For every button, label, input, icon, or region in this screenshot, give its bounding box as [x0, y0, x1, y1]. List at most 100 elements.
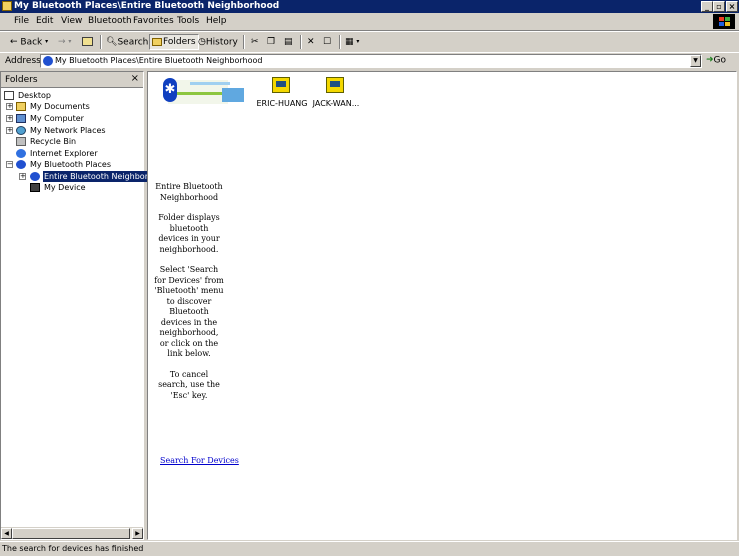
minimize-button[interactable]: _ [701, 1, 713, 12]
tree-item-label: My Bluetooth Places [30, 160, 111, 169]
toolbar-separator [243, 35, 245, 49]
bluetooth-icon [43, 56, 53, 66]
menu-file[interactable]: File [14, 16, 29, 26]
scroll-left-button[interactable]: ◀ [1, 528, 12, 539]
folders-title: Folders [5, 75, 38, 85]
tree-item-recycle-bin[interactable]: Recycle Bin [16, 136, 77, 147]
menu-view[interactable]: View [61, 16, 82, 26]
address-label: Address [5, 56, 41, 66]
tree-item-my-device[interactable]: My Device [30, 182, 87, 193]
back-button[interactable]: ← Back ▾ [10, 34, 48, 50]
tree-item-internet-explorer[interactable]: Internet Explorer [16, 148, 99, 159]
tree-item-my-bluetooth-places[interactable]: My Bluetooth Places [16, 159, 112, 170]
bluetooth-banner-graphic: ✱ [150, 74, 244, 106]
chevron-down-icon: ▾ [45, 38, 49, 45]
cut-button[interactable]: ✂︎ [251, 34, 259, 50]
address-input[interactable]: My Bluetooth Places\Entire Bluetooth Nei… [40, 54, 702, 68]
back-label: Back [20, 37, 43, 48]
go-button[interactable]: ➜Go [706, 55, 726, 66]
horizontal-scrollbar[interactable]: ◀ ▶ [1, 527, 143, 539]
go-arrow-icon: ➜ [706, 55, 714, 65]
folders-label: Folders [163, 37, 196, 47]
internet-explorer-icon [16, 149, 26, 158]
windows-logo-icon [713, 14, 735, 29]
status-text: The search for devices has finished [2, 544, 144, 553]
folders-close-icon[interactable]: × [131, 73, 139, 84]
up-folder-button[interactable] [82, 34, 93, 50]
address-value: My Bluetooth Places\Entire Bluetooth Nei… [55, 56, 263, 65]
tree-expander[interactable]: + [6, 127, 13, 134]
copy-button[interactable]: ❐ [267, 34, 275, 50]
tree-expander[interactable]: + [6, 115, 13, 122]
bluetooth-neighborhood-icon [30, 172, 40, 181]
maximize-button[interactable]: ▫ [713, 1, 725, 12]
bluetooth-logo-icon: ✱ [163, 78, 177, 102]
folders-button[interactable]: Folders [149, 34, 199, 50]
views-icon: ▦ [345, 37, 354, 47]
tree-item-my-network-places[interactable]: My Network Places [16, 125, 107, 136]
search-for-devices-link[interactable]: Search For Devices [160, 456, 239, 465]
views-button[interactable]: ▦ ▾ [345, 34, 359, 50]
paste-icon: ▤ [284, 37, 293, 47]
network-icon [16, 126, 26, 135]
menu-favorites[interactable]: Favorites [133, 16, 174, 26]
properties-button[interactable]: ☐ [323, 34, 331, 50]
menu-tools[interactable]: Tools [177, 16, 199, 26]
window-title: My Bluetooth Places\Entire Bluetooth Nei… [14, 1, 280, 11]
delete-icon: ✕ [307, 37, 315, 47]
menu-edit[interactable]: Edit [36, 16, 53, 26]
folder-icon [16, 102, 26, 111]
copy-icon: ❐ [267, 37, 276, 47]
tree-item-label: Recycle Bin [30, 137, 77, 146]
scroll-thumb[interactable] [12, 528, 130, 539]
address-bar: Address My Bluetooth Places\Entire Bluet… [0, 52, 739, 70]
tree-item-label: Internet Explorer [30, 149, 98, 158]
delete-button[interactable]: ✕ [307, 34, 315, 50]
history-label: History [205, 37, 238, 48]
info-panel: Entire Bluetooth Neighborhood Folder dis… [154, 182, 224, 411]
status-bar: The search for devices has finished [0, 541, 739, 556]
tree-collapser[interactable]: − [6, 161, 13, 168]
tree-item-my-documents[interactable]: My Documents [16, 101, 91, 112]
folders-pane: Folders × Desktop + My Documents + My Co… [0, 71, 169, 540]
tree-item-label: My Computer [30, 114, 84, 123]
tree-expander[interactable]: + [6, 103, 13, 110]
tree-item-my-computer[interactable]: My Computer [16, 113, 85, 124]
info-title: Entire Bluetooth Neighborhood [155, 182, 223, 202]
forward-arrow-icon: → [58, 37, 66, 47]
computer-device-icon [272, 77, 290, 93]
folders-icon [152, 37, 162, 46]
history-icon: ◷ [198, 37, 206, 47]
desktop-icon [4, 91, 14, 100]
search-button[interactable]: 🔍︎Search [106, 34, 148, 50]
address-dropdown-button[interactable]: ▼ [690, 55, 701, 67]
history-button[interactable]: ◷History [198, 34, 238, 50]
device-item[interactable]: JACK-WAN... [308, 76, 364, 108]
toolbar-separator [300, 35, 302, 49]
forward-button[interactable]: → ▾ [58, 34, 71, 50]
info-description: Folder displays bluetooth devices in you… [158, 213, 220, 254]
toolbar: ← Back ▾ → ▾ 🔍︎Search Folders ◷History ✂… [0, 31, 739, 53]
tree-item-label: My Documents [30, 102, 90, 111]
device-icon [30, 183, 40, 192]
menu-bar: File Edit View Bluetooth Favorites Tools… [0, 13, 739, 31]
tree-item-label: My Network Places [30, 126, 106, 135]
search-icon: 🔍︎ [106, 37, 118, 47]
computer-icon [16, 114, 26, 123]
scroll-right-button[interactable]: ▶ [132, 528, 143, 539]
menu-help[interactable]: Help [206, 16, 227, 26]
device-item[interactable]: ERIC-HUANG [254, 76, 310, 108]
properties-icon: ☐ [323, 37, 332, 47]
paste-button[interactable]: ▤ [284, 34, 293, 50]
cut-icon: ✂︎ [251, 37, 259, 47]
toolbar-separator [339, 35, 341, 49]
tree-item-desktop[interactable]: Desktop [4, 90, 52, 101]
tree-expander[interactable]: + [19, 173, 26, 180]
close-button[interactable]: × [726, 1, 738, 12]
info-instructions: Select 'Search for Devices' from 'Blueto… [154, 265, 224, 358]
device-name: JACK-WAN... [312, 99, 360, 108]
menu-bluetooth[interactable]: Bluetooth [88, 16, 132, 26]
tree-item-label: Desktop [18, 91, 51, 100]
chevron-down-icon: ▾ [356, 38, 360, 45]
folders-header: Folders × [1, 72, 143, 88]
